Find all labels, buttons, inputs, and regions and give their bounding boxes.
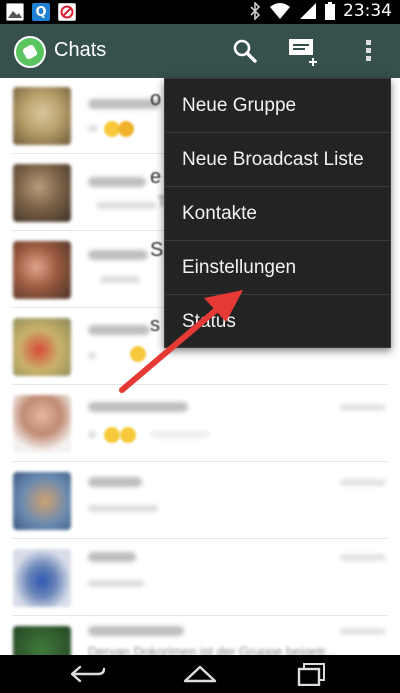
chat-row[interactable] bbox=[0, 540, 400, 616]
chat-row[interactable] bbox=[0, 386, 400, 462]
avatar bbox=[13, 549, 71, 607]
image-notification-icon bbox=[6, 3, 24, 21]
chat-name-fragment: o bbox=[150, 88, 162, 110]
menu-item-settings[interactable]: Einstellungen bbox=[165, 241, 390, 295]
menu-item-contacts[interactable]: Kontakte bbox=[165, 187, 390, 241]
q-app-icon: Q bbox=[32, 3, 50, 21]
chat-row[interactable] bbox=[0, 463, 400, 539]
emoji-icon bbox=[130, 346, 146, 362]
menu-item-new-group[interactable]: Neue Gruppe bbox=[165, 79, 390, 133]
emoji-icon bbox=[120, 427, 136, 443]
bluetooth-icon bbox=[250, 2, 261, 20]
chat-name-fragment: S bbox=[150, 239, 164, 261]
menu-item-new-broadcast-list[interactable]: Neue Broadcast Liste bbox=[165, 133, 390, 187]
back-icon[interactable] bbox=[66, 660, 110, 688]
new-chat-icon[interactable] bbox=[287, 34, 321, 68]
chat-name-fragment: e bbox=[150, 166, 162, 188]
home-icon[interactable] bbox=[178, 660, 222, 688]
wifi-icon bbox=[270, 3, 290, 19]
system-icons: 23:34 bbox=[249, 1, 392, 21]
recent-apps-icon[interactable] bbox=[290, 660, 334, 688]
chat-name-fragment: s bbox=[150, 314, 160, 336]
battery-icon bbox=[325, 2, 335, 20]
avatar bbox=[13, 626, 71, 655]
search-icon[interactable] bbox=[228, 34, 262, 68]
avatar bbox=[13, 164, 71, 222]
clock: 23:34 bbox=[343, 1, 392, 21]
notification-icons: Q bbox=[6, 3, 76, 21]
navigation-bar bbox=[0, 655, 400, 693]
status-bar: Q 23:34 bbox=[0, 0, 400, 24]
avatar bbox=[13, 241, 71, 299]
emoji-icon bbox=[104, 427, 120, 443]
avatar bbox=[13, 472, 71, 530]
avatar bbox=[13, 395, 71, 453]
emoji-icon bbox=[118, 121, 134, 137]
app-bar: Chats bbox=[0, 24, 400, 78]
chat-preview-text: Dervan Dokorimen ist der Gruppe beigetr.… bbox=[88, 644, 336, 655]
page-title: Chats bbox=[54, 39, 107, 61]
avatar bbox=[13, 318, 71, 376]
overflow-menu-icon[interactable] bbox=[352, 34, 386, 68]
avatar bbox=[13, 87, 71, 145]
chat-row[interactable]: Dervan Dokorimen ist der Gruppe beigetr.… bbox=[0, 617, 400, 655]
whatsapp-logo-icon[interactable] bbox=[14, 36, 46, 68]
no-entry-app-icon bbox=[58, 3, 76, 21]
signal-icon bbox=[300, 3, 316, 19]
menu-item-status[interactable]: Status bbox=[165, 295, 390, 349]
overflow-menu: Neue Gruppe Neue Broadcast Liste Kontakt… bbox=[164, 78, 391, 348]
